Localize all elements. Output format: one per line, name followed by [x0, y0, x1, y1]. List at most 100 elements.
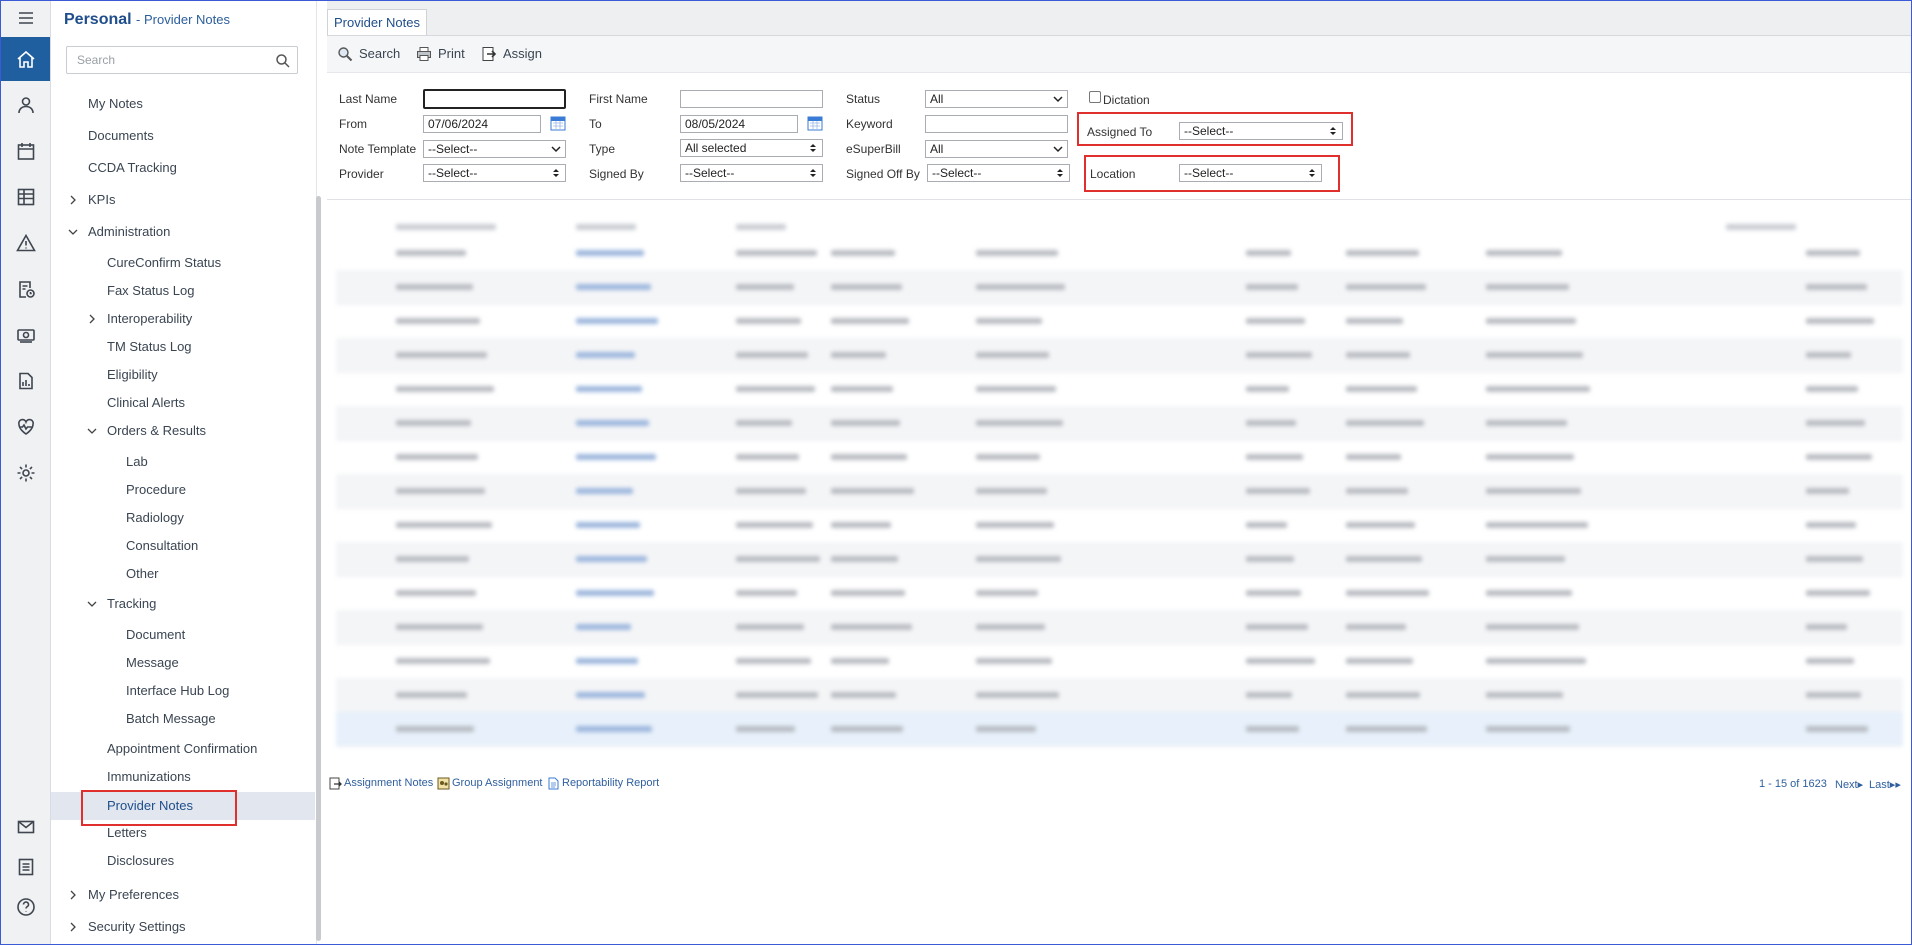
- last-page-link[interactable]: Last▸▸: [1869, 778, 1901, 791]
- nav-interoperability[interactable]: Interoperability: [51, 306, 315, 332]
- nav-kpis[interactable]: KPIs: [51, 187, 315, 213]
- spreadsheet-icon[interactable]: [1, 175, 50, 219]
- blurred-cell: [736, 420, 792, 426]
- nav-fax-status-log[interactable]: Fax Status Log: [51, 278, 315, 304]
- blurred-cell: [1246, 454, 1303, 460]
- esuperbill-select[interactable]: All: [925, 140, 1068, 158]
- blurred-cell: [1806, 556, 1863, 562]
- nav-eligibility[interactable]: Eligibility: [51, 362, 315, 388]
- search-icon[interactable]: [275, 53, 291, 69]
- to-date-input[interactable]: [680, 115, 798, 133]
- nav-my-preferences[interactable]: My Preferences: [51, 882, 315, 908]
- settings-gear-icon[interactable]: [1, 451, 50, 495]
- health-heart-icon[interactable]: [1, 405, 50, 449]
- nav-other[interactable]: Other: [51, 561, 315, 587]
- billing-icon[interactable]: [1, 313, 50, 357]
- nav-label: Interface Hub Log: [126, 683, 230, 698]
- nav-interface-hub-log[interactable]: Interface Hub Log: [51, 678, 315, 704]
- blurred-cell: [1246, 284, 1298, 290]
- blurred-cell: [1346, 318, 1403, 324]
- calendar-icon[interactable]: [1, 129, 50, 173]
- nav-clinical-alerts[interactable]: Clinical Alerts: [51, 390, 315, 416]
- last-label: Last: [1869, 779, 1890, 791]
- signed-by-select[interactable]: --Select--: [680, 164, 823, 182]
- dictation-checkbox[interactable]: [1089, 91, 1101, 103]
- nav-my-notes[interactable]: My Notes: [51, 91, 315, 117]
- assign-button[interactable]: Assign: [481, 44, 543, 64]
- provider-select[interactable]: --Select--: [423, 164, 566, 182]
- nav-disclosures[interactable]: Disclosures: [51, 848, 315, 874]
- nav-orders-results[interactable]: Orders & Results: [51, 418, 315, 444]
- reportability-report-label: Reportability Report: [562, 777, 660, 789]
- nav-letters[interactable]: Letters: [51, 820, 315, 846]
- blurred-cell: [576, 250, 644, 256]
- table-row[interactable]: [336, 678, 1903, 713]
- clipboard-clock-icon[interactable]: [1, 267, 50, 311]
- alert-icon[interactable]: [1, 221, 50, 265]
- print-button[interactable]: Print: [416, 44, 468, 64]
- table-row[interactable]: [336, 440, 1903, 475]
- nav-label: Clinical Alerts: [107, 395, 186, 410]
- patient-icon[interactable]: [1, 83, 50, 127]
- table-row[interactable]: [336, 236, 1903, 271]
- results-grid[interactable]: [336, 222, 1903, 756]
- keyword-input[interactable]: [925, 115, 1068, 133]
- table-row[interactable]: [336, 304, 1903, 339]
- calendar-icon[interactable]: [550, 115, 566, 131]
- blurred-cell: [576, 590, 654, 596]
- table-row[interactable]: [336, 508, 1903, 543]
- nav-administration[interactable]: Administration: [51, 219, 315, 245]
- hamburger-menu-icon[interactable]: [1, 1, 50, 35]
- table-row[interactable]: [336, 712, 1903, 747]
- nav-provider-notes[interactable]: Provider Notes: [51, 792, 315, 820]
- home-icon[interactable]: [1, 37, 50, 81]
- status-select[interactable]: All: [925, 90, 1068, 108]
- nav-lab[interactable]: Lab: [51, 449, 315, 475]
- nav-appointment-confirmation[interactable]: Appointment Confirmation: [51, 736, 315, 762]
- filter-panel: Last Name First Name Status All Dictatio…: [327, 73, 1911, 200]
- table-row[interactable]: [336, 474, 1903, 509]
- table-row[interactable]: [336, 270, 1903, 305]
- sort-arrows-icon: [1057, 169, 1063, 177]
- nav-tracking[interactable]: Tracking: [51, 591, 315, 617]
- table-row[interactable]: [336, 644, 1903, 679]
- nav-ccda-tracking[interactable]: CCDA Tracking: [51, 155, 315, 181]
- next-page-link[interactable]: Next▸: [1835, 778, 1863, 791]
- table-row[interactable]: [336, 576, 1903, 611]
- help-icon[interactable]: [1, 885, 50, 929]
- nav-procedure[interactable]: Procedure: [51, 477, 315, 503]
- nav-consultation[interactable]: Consultation: [51, 533, 315, 559]
- from-date-input[interactable]: [423, 115, 541, 133]
- nav-message[interactable]: Message: [51, 650, 315, 676]
- notes-list-icon[interactable]: [1, 845, 50, 889]
- signed-off-by-select[interactable]: --Select--: [927, 164, 1070, 182]
- calendar-icon[interactable]: [807, 115, 823, 131]
- table-row[interactable]: [336, 338, 1903, 373]
- table-row[interactable]: [336, 372, 1903, 407]
- location-select[interactable]: --Select--: [1179, 164, 1322, 182]
- nav-documents[interactable]: Documents: [51, 123, 315, 149]
- table-row[interactable]: [336, 542, 1903, 577]
- first-name-input[interactable]: [680, 90, 823, 108]
- nav-tm-status-log[interactable]: TM Status Log: [51, 334, 315, 360]
- report-icon[interactable]: [1, 359, 50, 403]
- type-select[interactable]: All selected: [680, 139, 823, 157]
- tab-provider-notes[interactable]: Provider Notes: [327, 9, 427, 35]
- table-row[interactable]: [336, 406, 1903, 441]
- nav-document[interactable]: Document: [51, 622, 315, 648]
- blurred-cell: [396, 284, 473, 290]
- blurred-cell: [736, 624, 804, 630]
- table-row[interactable]: [336, 610, 1903, 645]
- sidebar-scrollbar[interactable]: [316, 196, 321, 941]
- search-button[interactable]: Search: [337, 44, 400, 64]
- nav-batch-message[interactable]: Batch Message: [51, 706, 315, 732]
- nav-cureconfirm-status[interactable]: CureConfirm Status: [51, 250, 315, 276]
- last-name-input[interactable]: [423, 89, 566, 109]
- nav-immunizations[interactable]: Immunizations: [51, 764, 315, 790]
- sidebar-search-input[interactable]: [75, 52, 269, 68]
- mail-icon[interactable]: [1, 805, 50, 849]
- nav-security-settings[interactable]: Security Settings: [51, 914, 315, 940]
- note-template-select[interactable]: --Select--: [423, 140, 566, 158]
- nav-radiology[interactable]: Radiology: [51, 505, 315, 531]
- assigned-to-select[interactable]: --Select--: [1179, 122, 1343, 140]
